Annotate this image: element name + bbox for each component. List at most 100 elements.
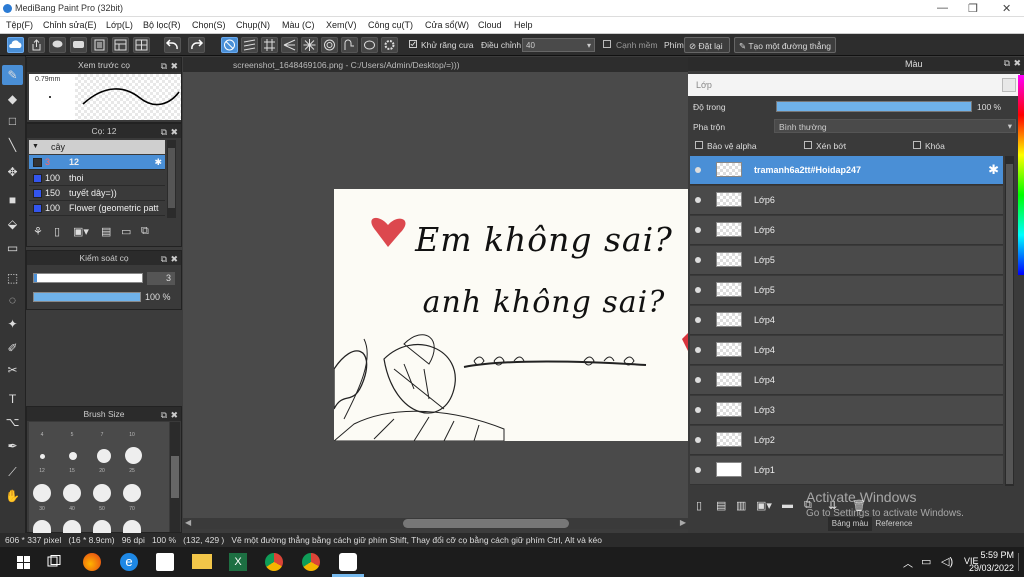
undock-icon[interactable]: ⧉: [161, 408, 167, 422]
size-option[interactable]: [63, 484, 81, 502]
snap-settings-icon[interactable]: [381, 37, 398, 53]
eye-icon[interactable]: [695, 377, 701, 383]
show-desktop-button[interactable]: [1018, 553, 1024, 571]
size-slider[interactable]: [33, 273, 143, 283]
clock-date[interactable]: 29/03/2022: [966, 563, 1014, 573]
reference-tab[interactable]: Reference: [872, 517, 916, 531]
size-option[interactable]: [93, 520, 111, 534]
clipping-checkbox[interactable]: [804, 141, 812, 149]
close-button[interactable]: ✕: [1002, 2, 1011, 15]
medibang-icon[interactable]: [339, 553, 357, 571]
close-icon[interactable]: ✖: [170, 252, 178, 266]
select-eraser-tool-icon[interactable]: ✂: [2, 360, 23, 380]
new-layer-8bit-icon[interactable]: ▤: [716, 499, 726, 512]
brush-settings-icon[interactable]: ▤: [101, 225, 111, 238]
add-layer-menu-icon[interactable]: ▣▾: [756, 499, 772, 512]
undock-icon[interactable]: ⧉: [161, 125, 167, 139]
size-option[interactable]: [125, 447, 142, 464]
grid-icon[interactable]: [133, 37, 150, 53]
menu-edit[interactable]: Chỉnh sửa(E): [43, 20, 97, 30]
undock-icon[interactable]: ⧉: [161, 59, 167, 73]
eye-icon[interactable]: [695, 407, 701, 413]
redo-icon[interactable]: [188, 37, 205, 53]
select-pen-tool-icon[interactable]: ✐: [2, 338, 23, 358]
scroll-thumb[interactable]: [1006, 164, 1013, 484]
palette-tab[interactable]: Bảng màu: [828, 517, 872, 531]
layer-row[interactable]: Lớp4: [690, 306, 1003, 335]
minimize-button[interactable]: —: [937, 2, 948, 14]
antialias-checkbox[interactable]: [409, 40, 417, 48]
layer-row[interactable]: Lớp2: [690, 426, 1003, 455]
layer-row[interactable]: Lớp6: [690, 216, 1003, 245]
layout-icon[interactable]: [112, 37, 129, 53]
speaker-icon[interactable]: ◁): [941, 555, 953, 568]
excel-icon[interactable]: X: [229, 553, 247, 571]
protect-alpha-checkbox[interactable]: [695, 141, 703, 149]
undock-icon[interactable]: ⧉: [1004, 58, 1010, 69]
adjust-combo[interactable]: 40 ▾: [522, 38, 595, 52]
brush-list-scrollbar[interactable]: [167, 140, 176, 218]
select-tool-icon[interactable]: ⬚: [2, 268, 23, 288]
circle-snap-icon[interactable]: [321, 37, 338, 53]
document-icon[interactable]: [91, 37, 108, 53]
layer-scrollbar[interactable]: [1005, 156, 1014, 486]
eraser-tool-icon[interactable]: ◆: [2, 89, 23, 109]
layer-row[interactable]: Lớp6: [690, 186, 1003, 215]
size-option[interactable]: [97, 449, 111, 463]
lock-checkbox[interactable]: [913, 141, 921, 149]
eye-icon[interactable]: [695, 197, 701, 203]
document-tab[interactable]: screenshot_1648469106.png - C:/Users/Adm…: [183, 57, 688, 72]
store-icon[interactable]: [156, 553, 174, 571]
menu-select[interactable]: Chọn(S): [192, 20, 226, 30]
menu-filter[interactable]: Bộ lọc(R): [143, 20, 181, 30]
eye-icon[interactable]: [695, 467, 701, 473]
rectangle-tool-icon[interactable]: □: [2, 111, 23, 131]
new-brush-icon[interactable]: ▯: [54, 225, 60, 238]
scroll-thumb[interactable]: [168, 148, 175, 208]
brush-size-scrollbar[interactable]: [170, 422, 180, 532]
scroll-left-icon[interactable]: ◀: [185, 518, 191, 527]
snap-off-icon[interactable]: [221, 37, 238, 53]
close-icon[interactable]: ✖: [170, 408, 178, 422]
layer-row[interactable]: Lớp4: [690, 336, 1003, 365]
eye-icon[interactable]: [695, 317, 701, 323]
undo-icon[interactable]: [164, 37, 181, 53]
scroll-right-icon[interactable]: ▶: [680, 518, 686, 527]
chevron-up-icon[interactable]: ︿: [903, 555, 913, 570]
layer-row[interactable]: tramanh6a2tt#Hoidap247 ✱: [690, 156, 1003, 185]
size-option[interactable]: [123, 484, 141, 502]
scroll-thumb[interactable]: [171, 456, 179, 498]
menu-layer[interactable]: Lớp(L): [106, 20, 133, 30]
add-brush-icon[interactable]: ▣▾: [73, 225, 89, 238]
close-icon[interactable]: ✖: [1013, 58, 1021, 69]
size-value[interactable]: 3: [147, 272, 175, 285]
bucket-tool-icon[interactable]: ⬙: [2, 214, 23, 234]
menu-view[interactable]: Xem(V): [326, 20, 357, 30]
dropper-tool-icon[interactable]: ⟋: [2, 462, 23, 482]
chrome-profile-icon[interactable]: [302, 553, 320, 571]
chrome-icon[interactable]: [265, 553, 283, 571]
text-tool-icon[interactable]: T: [2, 389, 23, 409]
opacity-slider[interactable]: [33, 292, 141, 302]
layer-row[interactable]: Lớp5: [690, 276, 1003, 305]
eye-icon[interactable]: [695, 257, 701, 263]
vanishing-snap-icon[interactable]: [281, 37, 298, 53]
color-panel-tab[interactable]: Màu ⧉ ✖: [688, 57, 1024, 71]
canvas-hscrollbar[interactable]: ◀ ▶: [183, 518, 688, 529]
layer-row[interactable]: Lớp3: [690, 396, 1003, 425]
brush-cloud-icon[interactable]: ⚘: [33, 225, 43, 238]
layer-menu-button[interactable]: [1002, 78, 1016, 92]
reset-button[interactable]: ⊘ Đặt lại: [684, 37, 730, 53]
layer-row[interactable]: Lớp4: [690, 366, 1003, 395]
eye-icon[interactable]: [695, 227, 701, 233]
edge-icon[interactable]: e: [120, 553, 138, 571]
windows-start-icon[interactable]: [17, 556, 30, 569]
menu-cloud[interactable]: Cloud: [478, 20, 502, 30]
network-icon[interactable]: ▭: [921, 555, 931, 568]
new-layer-icon[interactable]: ▯: [696, 499, 702, 512]
undock-icon[interactable]: ⧉: [161, 252, 167, 266]
folder-icon[interactable]: ▬: [782, 499, 793, 511]
menu-color[interactable]: Màu (C): [282, 20, 315, 30]
document-canvas[interactable]: Em không sai? anh không sai?: [334, 189, 688, 441]
brush-item[interactable]: 3 12 ✱: [29, 155, 165, 170]
